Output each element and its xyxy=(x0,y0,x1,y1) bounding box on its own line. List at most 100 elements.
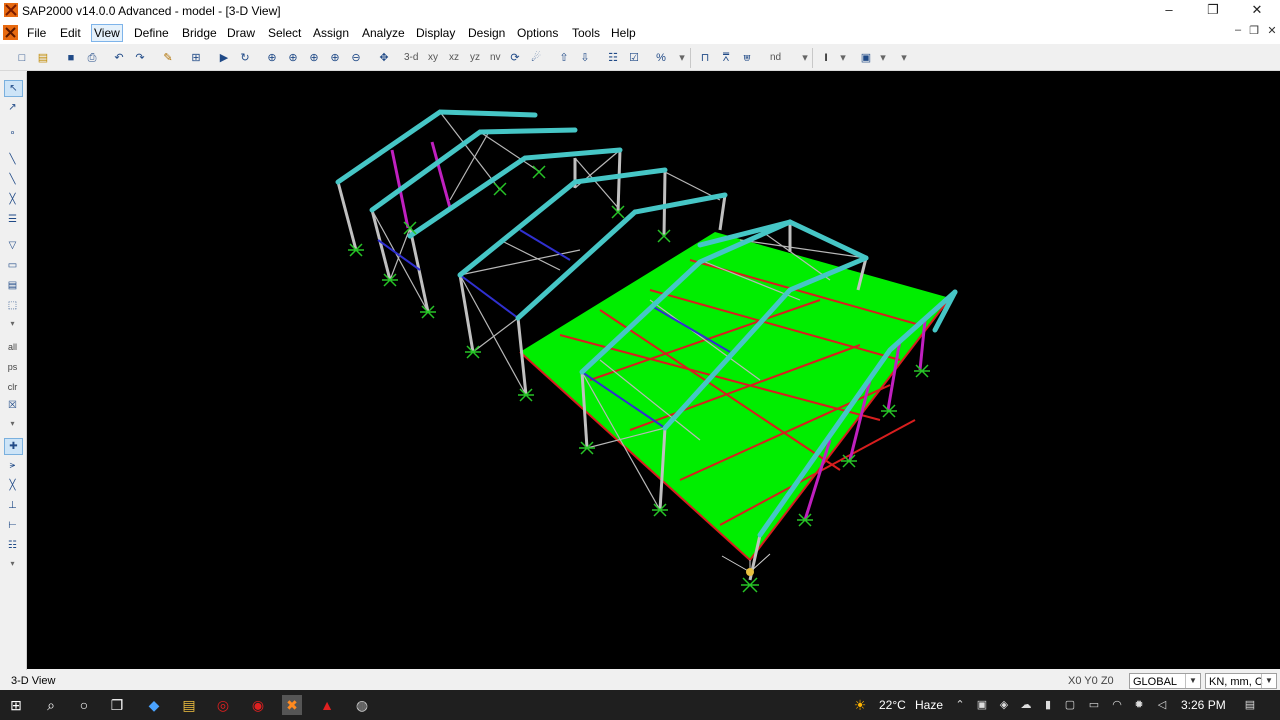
rubber-band-zoom-icon[interactable]: ↻ xyxy=(237,50,253,66)
grid-snap-icon[interactable]: ☷ xyxy=(605,50,621,66)
shell-icon[interactable]: ⩐ xyxy=(739,50,755,66)
windows-start-icon[interactable]: ⊞ xyxy=(6,695,26,715)
sap2000-taskbar-icon[interactable]: ✖ xyxy=(282,695,302,715)
pan-icon[interactable]: ✥ xyxy=(376,50,392,66)
record-app-icon[interactable]: ◉ xyxy=(248,695,268,715)
volume-icon[interactable]: ◁ xyxy=(1155,698,1169,711)
dropdown-arrow-icon[interactable]: ▾ xyxy=(875,50,891,66)
percent-icon[interactable]: % xyxy=(653,50,669,66)
text-cursor-icon[interactable]: I xyxy=(818,50,834,66)
quick-draw-frame-icon[interactable]: ╲ xyxy=(4,172,21,187)
perspective-icon[interactable]: ☄ xyxy=(528,50,544,66)
microphone-icon[interactable]: ▮ xyxy=(1041,698,1055,711)
draw-joint-icon[interactable]: ∘ xyxy=(4,126,21,141)
sap2000-app-icon[interactable] xyxy=(4,3,18,17)
view-yz-button[interactable]: yz xyxy=(470,50,480,66)
move-up-icon[interactable]: ⇧ xyxy=(556,50,572,66)
menu-bridge[interactable]: Bridge xyxy=(180,25,219,41)
overflow-chevron-icon[interactable]: ▾ xyxy=(4,556,21,571)
units-select[interactable]: KN, mm, C ▼ xyxy=(1205,673,1277,689)
clear-select-button[interactable]: clr xyxy=(4,380,21,395)
zoom-window-icon[interactable]: ⊕ xyxy=(264,50,280,66)
chrome-icon[interactable]: ◍ xyxy=(352,695,372,715)
notifications-icon[interactable]: ▤ xyxy=(1243,698,1257,711)
new-file-icon[interactable]: □ xyxy=(14,50,30,66)
menu-edit[interactable]: Edit xyxy=(58,25,83,41)
quick-draw-brace-icon[interactable]: ╳ xyxy=(4,192,21,207)
menu-draw[interactable]: Draw xyxy=(225,25,257,41)
overflow-chevron-icon[interactable]: ▾ xyxy=(4,416,21,431)
menu-analyze[interactable]: Analyze xyxy=(360,25,407,41)
zoom-in-icon[interactable]: ⊕ xyxy=(327,50,343,66)
overflow-chevron-icon[interactable]: ▾ xyxy=(797,50,813,66)
menu-file[interactable]: File xyxy=(25,25,48,41)
previous-zoom-icon[interactable]: ⊕ xyxy=(306,50,322,66)
cortana-icon[interactable]: ○ xyxy=(74,695,94,715)
dropdown-arrow-icon[interactable]: ▾ xyxy=(835,50,851,66)
snap-fine-grid-icon[interactable]: ☷ xyxy=(4,538,21,553)
snap-points-icon[interactable]: ✚ xyxy=(4,438,23,455)
menu-display[interactable]: Display xyxy=(414,25,457,41)
display-options-icon[interactable]: ▣ xyxy=(858,50,874,66)
menu-assign[interactable]: Assign xyxy=(311,25,351,41)
redo-icon[interactable]: ↷ xyxy=(132,50,148,66)
open-folder-icon[interactable]: ▤ xyxy=(35,50,51,66)
checkbox-icon[interactable]: ☑ xyxy=(626,50,642,66)
mdi-minimize-button[interactable]: – xyxy=(1231,24,1245,36)
opera-browser-icon[interactable]: ◎ xyxy=(213,695,233,715)
truss-icon[interactable]: ⩞ xyxy=(718,50,734,66)
undo-icon[interactable]: ↶ xyxy=(111,50,127,66)
clock-time[interactable]: 3:26 PM xyxy=(1181,698,1226,712)
refresh-pencil-icon[interactable]: ✎ xyxy=(160,50,176,66)
lock-icon[interactable]: ⊞ xyxy=(188,50,204,66)
tray-app-icon[interactable]: ▣ xyxy=(975,698,989,711)
restore-full-view-icon[interactable]: ⊕ xyxy=(285,50,301,66)
reshape-icon[interactable]: ↗ xyxy=(4,100,21,115)
search-icon[interactable]: ⌕ xyxy=(41,695,61,715)
tray-security-icon[interactable]: ◈ xyxy=(997,698,1011,711)
view-xy-button[interactable]: xy xyxy=(428,50,438,66)
zoom-out-icon[interactable]: ⊖ xyxy=(348,50,364,66)
task-view-icon[interactable]: ❐ xyxy=(107,695,127,715)
menu-select[interactable]: Select xyxy=(266,25,303,41)
close-button[interactable]: ✕ xyxy=(1234,0,1280,22)
menu-define[interactable]: Define xyxy=(132,25,171,41)
intersecting-line-icon[interactable]: ☒ xyxy=(4,398,21,413)
view-nv-button[interactable]: nv xyxy=(490,50,501,66)
file-explorer-icon[interactable]: ▤ xyxy=(179,695,199,715)
snap-perpendicular-icon[interactable]: ⊥ xyxy=(4,498,21,513)
menu-tools[interactable]: Tools xyxy=(570,25,602,41)
save-icon[interactable]: ■ xyxy=(63,50,79,66)
coord-system-select[interactable]: GLOBAL ▼ xyxy=(1129,673,1201,689)
document-icon[interactable] xyxy=(3,25,18,40)
3d-view-canvas[interactable] xyxy=(27,71,1280,669)
quick-draw-area-icon[interactable]: ▤ xyxy=(4,278,21,293)
show-hidden-icons-icon[interactable]: ⌃ xyxy=(953,698,967,711)
view-xz-button[interactable]: xz xyxy=(449,50,459,66)
onedrive-cloud-icon[interactable]: ☁ xyxy=(1019,698,1033,711)
draw-rect-area-icon[interactable]: ▭ xyxy=(4,258,21,273)
view-3d-button[interactable]: 3-d xyxy=(404,50,418,66)
minimize-button[interactable]: – xyxy=(1146,0,1192,22)
draw-poly-area-icon[interactable]: ▽ xyxy=(4,238,21,253)
rotate-view-icon[interactable]: ⟳ xyxy=(507,50,523,66)
select-all-button[interactable]: all xyxy=(4,340,21,355)
overflow-chevron-icon[interactable]: ▾ xyxy=(674,50,690,66)
wifi-icon[interactable]: ◠ xyxy=(1110,698,1124,711)
security-shield-icon[interactable]: ◆ xyxy=(144,695,164,715)
overflow-chevron-icon[interactable]: ▾ xyxy=(4,316,21,331)
restore-button[interactable]: ❐ xyxy=(1190,0,1236,22)
print-icon[interactable]: ⎙ xyxy=(84,50,100,66)
weather-temperature[interactable]: 22°C xyxy=(879,698,906,712)
mdi-close-button[interactable]: ✕ xyxy=(1265,24,1279,37)
menu-view[interactable]: View xyxy=(91,24,123,42)
draw-solid-icon[interactable]: ⬚ xyxy=(4,298,21,313)
weather-description[interactable]: Haze xyxy=(915,698,943,712)
menu-help[interactable]: Help xyxy=(609,25,638,41)
tray-app-icon[interactable]: ✹ xyxy=(1132,698,1146,711)
snap-ends-icon[interactable]: ⪫ xyxy=(4,458,21,473)
draw-link-icon[interactable]: ☰ xyxy=(4,212,21,227)
menu-options[interactable]: Options xyxy=(515,25,560,41)
snap-lines-icon[interactable]: ⊢ xyxy=(4,518,21,533)
menu-design[interactable]: Design xyxy=(466,25,507,41)
